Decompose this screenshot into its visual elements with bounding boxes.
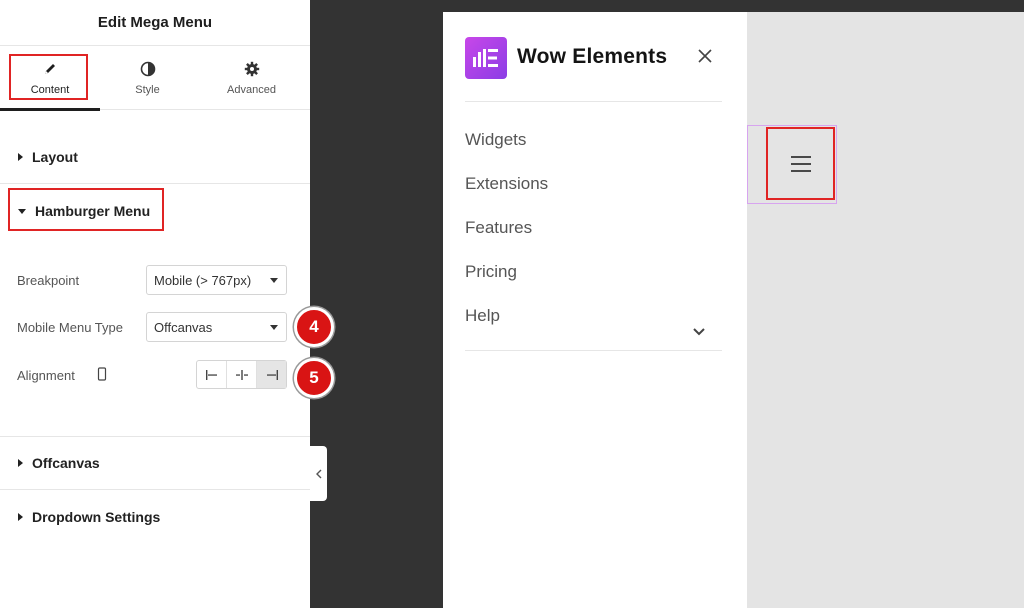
chevron-left-icon: [315, 469, 321, 478]
caret-right-icon: [18, 459, 23, 467]
chevron-down-icon: [270, 325, 278, 330]
alignment-label: Alignment: [17, 368, 75, 383]
highlight-hamburger-section: [8, 188, 164, 231]
menu-item-pricing[interactable]: Pricing: [465, 262, 517, 282]
alignment-control: [196, 360, 287, 389]
brand-logo: [465, 37, 507, 79]
tab-style-label: Style: [135, 84, 160, 96]
hamburger-icon: [790, 155, 811, 172]
close-icon[interactable]: [694, 45, 716, 67]
chevron-down-icon[interactable]: [691, 325, 707, 337]
section-offcanvas-label: Offcanvas: [32, 455, 100, 471]
chevron-down-icon: [270, 278, 278, 283]
hamburger-toggle[interactable]: [766, 127, 835, 200]
breakpoint-value: Mobile (> 767px): [154, 272, 252, 288]
caret-right-icon: [18, 513, 23, 521]
menu-divider: [465, 101, 722, 102]
align-left-icon[interactable]: [197, 361, 227, 388]
step-badge-4: 4: [294, 307, 334, 347]
align-right-icon[interactable]: [257, 361, 286, 388]
section-layout-label: Layout: [32, 148, 78, 165]
tab-advanced[interactable]: Advanced: [195, 46, 308, 110]
menu-item-help[interactable]: Help: [465, 306, 500, 326]
align-center-icon[interactable]: [227, 361, 257, 388]
caret-right-icon: [18, 152, 23, 161]
breakpoint-label: Breakpoint: [17, 273, 80, 288]
menu-divider: [465, 350, 722, 351]
mobile-menu-type-select[interactable]: Offcanvas: [146, 312, 287, 342]
contrast-icon: [139, 60, 157, 78]
active-tab-indicator: [0, 108, 100, 111]
menu-item-features[interactable]: Features: [465, 218, 532, 238]
panel-title: Edit Mega Menu: [0, 0, 310, 46]
highlight-content-tab: [9, 54, 88, 100]
tab-advanced-label: Advanced: [227, 84, 276, 96]
brand-name: Wow Elements: [517, 45, 668, 68]
section-offcanvas[interactable]: Offcanvas: [0, 437, 310, 490]
breakpoint-select[interactable]: Mobile (> 767px): [146, 265, 287, 295]
tab-style[interactable]: Style: [100, 46, 195, 110]
editor-panel: Edit Mega Menu Content Style Advanced La…: [0, 0, 310, 608]
section-dropdown-settings[interactable]: Dropdown Settings: [0, 490, 310, 544]
menu-item-widgets[interactable]: Widgets: [465, 130, 526, 150]
menu-item-extensions[interactable]: Extensions: [465, 174, 548, 194]
gear-icon: [243, 60, 261, 78]
preview-canvas: [747, 12, 1024, 608]
section-layout[interactable]: Layout: [0, 130, 310, 184]
step-badge-5: 5: [294, 358, 334, 398]
mobile-device-icon[interactable]: [97, 367, 107, 386]
mobile-menu-type-label: Mobile Menu Type: [17, 320, 123, 335]
panel-collapse-handle[interactable]: [310, 446, 327, 501]
section-dropdown-label: Dropdown Settings: [32, 509, 161, 525]
mobile-menu-type-value: Offcanvas: [154, 319, 213, 335]
